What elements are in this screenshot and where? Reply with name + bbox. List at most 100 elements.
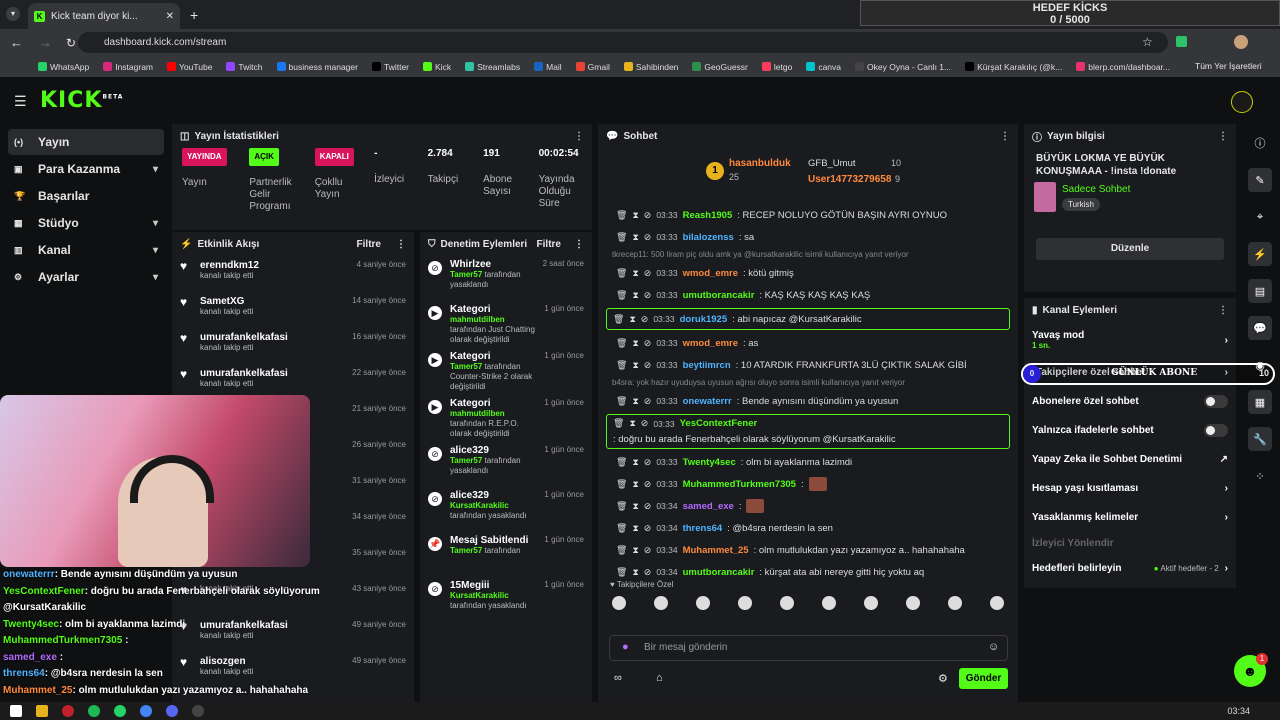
ban-icon[interactable]: ⊘ <box>644 290 652 301</box>
start-icon[interactable] <box>10 705 22 717</box>
modlog-actor[interactable]: Tamer57 <box>450 270 482 279</box>
delete-icon[interactable]: 🗑 <box>616 567 627 578</box>
chat-username[interactable]: wmod_emre <box>683 338 738 349</box>
modlog-actor[interactable]: Tamer57 <box>450 456 482 465</box>
chat-username[interactable]: samed_exe <box>683 501 734 512</box>
banned-words-row[interactable]: Yasaklanmış kelimeler › <box>1024 503 1236 532</box>
chat-message[interactable]: 🗑 ⧗ ⊘ 03:33 Reash1905: RECEP NOLUYO GÖTÜN BA… <box>598 204 1018 226</box>
bookmark-item[interactable]: letgo <box>761 62 792 72</box>
ban-icon[interactable]: ⊘ <box>644 523 652 534</box>
sidebar-item-2[interactable]: 🏆 Başarılar <box>8 183 164 209</box>
ban-icon[interactable]: ⊘ <box>644 396 652 407</box>
ban-icon[interactable]: ⊘ <box>644 210 652 221</box>
ban-icon[interactable]: ⊘ <box>641 314 649 325</box>
chat-username[interactable]: Twenty4sec <box>683 457 736 468</box>
activity-user[interactable]: umurafankelkafasi <box>200 332 288 343</box>
modlog-actor[interactable]: Tamer57 <box>450 546 482 555</box>
bookmark-item[interactable]: Kürşat Karakılıç (@k... <box>965 62 1062 72</box>
modlog-actor[interactable]: mahmutdilben <box>450 409 505 418</box>
menu-icon[interactable]: ☰ <box>14 93 27 110</box>
timeout-icon[interactable]: ⧗ <box>629 314 635 325</box>
chat-username[interactable]: beytiimrcn <box>683 360 731 371</box>
chat-username[interactable]: MuhammedTurkmen7305 <box>683 479 796 490</box>
timeout-icon[interactable]: ⧗ <box>632 479 638 490</box>
activity-user[interactable]: SametXG <box>200 296 253 307</box>
store-icon[interactable]: ⌂ <box>656 672 663 684</box>
wrench-rail-icon[interactable]: 🔧 <box>1248 427 1272 451</box>
bookmark-item[interactable]: GeoGuessr <box>692 62 748 72</box>
bookmark-item[interactable]: Kick <box>423 62 451 72</box>
ban-icon[interactable]: ⊘ <box>644 567 652 578</box>
actions-menu-icon[interactable]: ⋮ <box>1218 305 1228 316</box>
url-input[interactable]: dashboard.kick.com/stream <box>78 32 1168 53</box>
delete-icon[interactable]: 🗑 <box>616 396 627 407</box>
edit-rail-icon[interactable]: ✎ <box>1248 168 1272 192</box>
modlog-actor[interactable]: KursatKarakilic <box>450 591 509 600</box>
chat-username[interactable]: YesContextFener <box>680 418 758 429</box>
sidebar-item-4[interactable]: ▥ Kanal ▾ <box>8 237 164 263</box>
mic-icon[interactable]: ● <box>622 641 629 653</box>
emoji-icon[interactable]: ☺ <box>988 641 999 653</box>
support-chat-button[interactable]: ☻ 1 <box>1234 653 1268 687</box>
leader-2-name[interactable]: GFB_Umut <box>808 158 856 169</box>
ban-icon[interactable]: ⊘ <box>644 457 652 468</box>
emote-8[interactable] <box>906 596 920 610</box>
delete-icon[interactable]: 🗑 <box>616 338 627 349</box>
bookmark-item[interactable]: Mail <box>534 62 562 72</box>
chat-username[interactable]: doruk1925 <box>680 314 728 325</box>
viewer-redirect-row[interactable]: İzleyici Yönlendir <box>1024 532 1236 554</box>
tab-close-icon[interactable]: ✕ <box>166 11 174 22</box>
activity-user[interactable]: umurafankelkafasi <box>200 368 288 379</box>
bookmark-item[interactable]: Twitch <box>226 62 263 72</box>
category-link[interactable]: Sadece Sohbet <box>1062 184 1130 195</box>
layout-rail-icon[interactable]: ▦ <box>1248 390 1272 414</box>
subs-only-toggle[interactable] <box>1204 395 1228 408</box>
ban-icon[interactable]: ⊘ <box>644 268 652 279</box>
bookmarks-folder[interactable]: Tüm Yer İşaretleri <box>1195 61 1262 71</box>
chat-message[interactable]: 🗑 ⧗ ⊘ 03:33 YesContextFener: doğru bu arada … <box>606 414 1010 449</box>
ban-icon[interactable]: ⊘ <box>644 545 652 556</box>
ai-moderation-row[interactable]: Yapay Zeka ile Sohbet Denetimi ↗ <box>1024 445 1236 474</box>
chat-settings-icon[interactable]: ⚙ <box>938 672 948 685</box>
chat-message[interactable]: 🗑 ⧗ ⊘ 03:34 umutborancakir: kürşat ata abi n… <box>598 561 1018 580</box>
timeout-icon[interactable]: ⧗ <box>632 232 638 243</box>
chat-username[interactable]: Reash1905 <box>683 210 733 221</box>
discord-icon[interactable] <box>166 705 178 717</box>
goals-row[interactable]: Hedefleri belirleyin ● Aktif hedefler - 2… <box>1024 554 1236 583</box>
delete-icon[interactable]: 🗑 <box>616 268 627 279</box>
emote-5[interactable] <box>780 596 794 610</box>
timeout-icon[interactable]: ⧗ <box>632 523 638 534</box>
kicks-icon[interactable]: ∞ <box>614 672 622 684</box>
bookmark-item[interactable]: blerp.com/dashboar... <box>1076 62 1170 72</box>
new-tab-button[interactable]: + <box>190 7 198 23</box>
forward-icon[interactable]: → <box>39 35 52 50</box>
bookmark-star-icon[interactable]: ☆ <box>1142 35 1153 49</box>
doc-rail-icon[interactable]: ▤ <box>1248 279 1272 303</box>
kick-logo[interactable]: KICKBETA <box>40 88 123 113</box>
activity-menu-icon[interactable]: ⋮ <box>396 239 406 250</box>
emote-1[interactable] <box>612 596 626 610</box>
ban-icon[interactable]: ⊘ <box>644 338 652 349</box>
delete-icon[interactable]: 🗑 <box>616 360 627 371</box>
activity-filter-button[interactable]: Filtre <box>357 239 381 250</box>
bookmark-item[interactable]: Twitter <box>371 62 409 72</box>
slow-mode-row[interactable]: Yavaş mod 1 sn. › <box>1024 322 1236 358</box>
emote-only-toggle[interactable] <box>1204 424 1228 437</box>
chrome-icon[interactable] <box>140 705 152 717</box>
browser-tab[interactable]: K Kick team diyor ki... ✕ <box>28 3 180 29</box>
sidebar-item-5[interactable]: ⚙ Ayarlar ▾ <box>8 264 164 290</box>
emote-6[interactable] <box>822 596 836 610</box>
ban-icon[interactable]: ⊘ <box>644 501 652 512</box>
chat-username[interactable]: umutborancakir <box>683 290 755 301</box>
emote-9[interactable] <box>948 596 962 610</box>
chat-message[interactable]: 🗑 ⧗ ⊘ 03:33 wmod_emre: as <box>598 332 1018 354</box>
reload-icon[interactable]: ↻ <box>66 36 76 50</box>
delete-icon[interactable]: 🗑 <box>616 210 627 221</box>
chat-message[interactable]: 🗑 ⧗ ⊘ 03:34 threns64: @b4sra nerdesin la sen <box>598 517 1018 539</box>
chat-message[interactable]: 🗑 ⧗ ⊘ 03:33 umutborancakir: KAŞ KAŞ KAŞ KAŞ … <box>598 284 1018 306</box>
timeout-icon[interactable]: ⧗ <box>629 418 635 429</box>
chat-username[interactable]: wmod_emre <box>683 268 738 279</box>
delete-icon[interactable]: 🗑 <box>616 290 627 301</box>
ban-icon[interactable]: ⊘ <box>644 360 652 371</box>
emote-7[interactable] <box>864 596 878 610</box>
